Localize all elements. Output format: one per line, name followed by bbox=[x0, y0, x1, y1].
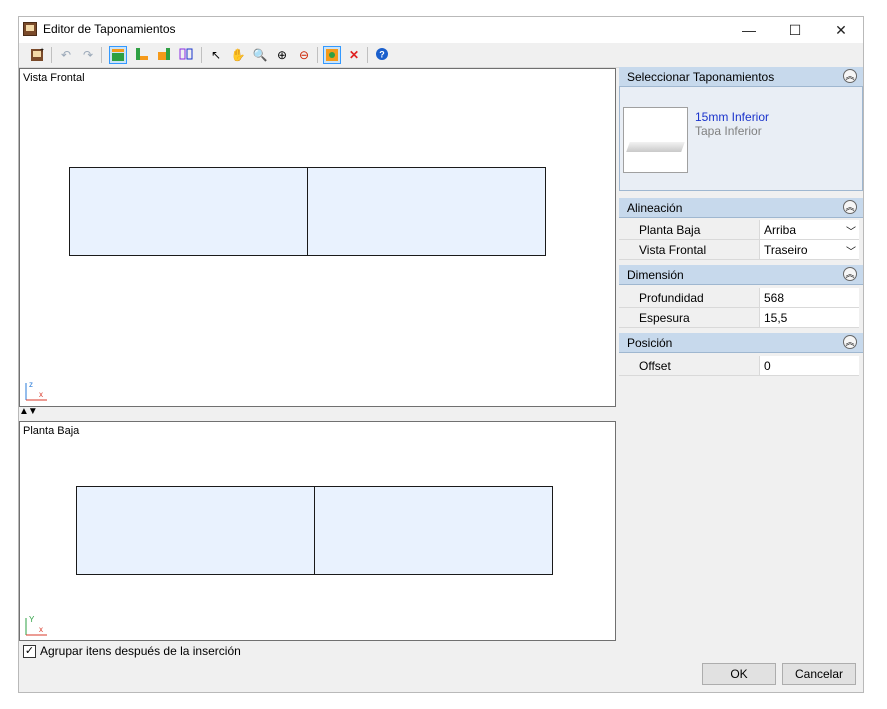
planta-baja-select[interactable]: Arriba ﹀ bbox=[759, 220, 859, 239]
align-top-icon[interactable] bbox=[109, 46, 127, 64]
alineacion-header[interactable]: Alineación ︽ bbox=[619, 198, 863, 218]
svg-text:+: + bbox=[40, 47, 44, 54]
item-name[interactable]: 15mm Inferior bbox=[695, 110, 769, 124]
select-color-icon[interactable] bbox=[323, 46, 341, 64]
item-subtitle: Tapa Inferior bbox=[695, 124, 762, 138]
editor-window: Editor de Taponamientos — ☐ ✕ + ↶ ↷ ↖ ✋ … bbox=[18, 16, 864, 693]
group-checkbox-label: Agrupar itens después de la inserción bbox=[40, 644, 241, 658]
app-icon bbox=[23, 22, 37, 36]
posicion-title: Posición bbox=[627, 336, 673, 350]
help-icon[interactable]: ? bbox=[373, 46, 391, 64]
close-button[interactable]: ✕ bbox=[818, 17, 864, 43]
profundidad-label: Profundidad bbox=[639, 291, 704, 305]
collapse-alineacion-icon[interactable]: ︽ bbox=[843, 200, 857, 214]
espesura-label: Espesura bbox=[639, 311, 690, 325]
front-axis-gizmo: z x bbox=[23, 379, 49, 403]
row-profundidad: Profundidad 568 bbox=[619, 288, 859, 308]
svg-text:?: ? bbox=[379, 50, 385, 60]
pan-icon[interactable]: ✋ bbox=[229, 46, 247, 64]
window-title: Editor de Taponamientos bbox=[43, 22, 176, 36]
front-axis-up: z bbox=[29, 380, 33, 389]
maximize-button[interactable]: ☐ bbox=[772, 17, 818, 43]
select-list: 15mm Inferior Tapa Inferior bbox=[619, 87, 863, 191]
top-view[interactable]: Planta Baja Y x bbox=[19, 421, 616, 641]
dimension-title: Dimensión bbox=[627, 268, 684, 282]
item-thumbnail[interactable] bbox=[623, 107, 688, 173]
select-section-title: Seleccionar Taponamientos bbox=[627, 70, 775, 84]
ok-button[interactable]: OK bbox=[702, 663, 776, 685]
row-planta-baja: Planta Baja Arriba ﹀ bbox=[619, 220, 859, 240]
dimension-header[interactable]: Dimensión ︽ bbox=[619, 265, 863, 285]
alineacion-title: Alineación bbox=[627, 201, 683, 215]
espesura-input[interactable]: 15,5 bbox=[759, 308, 859, 327]
toolbar: + ↶ ↷ ↖ ✋ 🔍 ⊕ ⊖ ✕ ? bbox=[19, 43, 863, 68]
vista-frontal-label: Vista Frontal bbox=[639, 243, 707, 257]
top-panel-divider bbox=[314, 487, 315, 574]
front-panel-divider bbox=[307, 168, 308, 255]
select-section-header[interactable]: Seleccionar Taponamientos ︽ bbox=[619, 67, 863, 87]
vista-frontal-select[interactable]: Traseiro ﹀ bbox=[759, 240, 859, 259]
offset-label: Offset bbox=[639, 359, 671, 373]
align-left-icon[interactable] bbox=[155, 46, 173, 64]
align-bottom-icon[interactable] bbox=[133, 46, 151, 64]
top-panel[interactable] bbox=[76, 486, 553, 575]
split-icon[interactable] bbox=[177, 46, 195, 64]
title-bar: Editor de Taponamientos — ☐ ✕ bbox=[19, 17, 863, 43]
chevron-down-icon: ﹀ bbox=[846, 227, 856, 238]
collapse-posicion-icon[interactable]: ︽ bbox=[843, 335, 857, 349]
posicion-header[interactable]: Posición ︽ bbox=[619, 333, 863, 353]
undo-icon[interactable]: ↶ bbox=[57, 46, 75, 64]
offset-input[interactable]: 0 bbox=[759, 356, 859, 375]
collapse-select-icon[interactable]: ︽ bbox=[843, 69, 857, 83]
front-axis-right: x bbox=[39, 390, 43, 399]
collapse-dimension-icon[interactable]: ︽ bbox=[843, 267, 857, 281]
zoom-window-icon[interactable]: ⊕ bbox=[273, 46, 291, 64]
top-view-label: Planta Baja bbox=[23, 425, 80, 437]
front-panel[interactable] bbox=[69, 167, 546, 256]
planta-baja-label: Planta Baja bbox=[639, 223, 701, 237]
profundidad-input[interactable]: 568 bbox=[759, 288, 859, 307]
insert-icon[interactable]: + bbox=[29, 46, 47, 64]
view-splitter[interactable]: ▲▼ bbox=[19, 407, 38, 417]
front-view-label: Vista Frontal bbox=[23, 72, 85, 84]
top-axis-gizmo: Y x bbox=[23, 614, 49, 638]
chevron-down-icon: ﹀ bbox=[846, 247, 856, 258]
zoom-out-icon[interactable]: ⊖ bbox=[295, 46, 313, 64]
delete-icon[interactable]: ✕ bbox=[345, 46, 363, 64]
minimize-button[interactable]: — bbox=[726, 17, 772, 43]
row-offset: Offset 0 bbox=[619, 356, 859, 376]
group-checkbox[interactable]: ✓ bbox=[23, 645, 36, 658]
redo-icon[interactable]: ↷ bbox=[79, 46, 97, 64]
front-view[interactable]: Vista Frontal z x bbox=[19, 68, 616, 407]
row-espesura: Espesura 15,5 bbox=[619, 308, 859, 328]
top-axis-up: Y bbox=[29, 615, 35, 624]
cancel-button[interactable]: Cancelar bbox=[782, 663, 856, 685]
row-vista-frontal: Vista Frontal Traseiro ﹀ bbox=[619, 240, 859, 260]
pointer-icon[interactable]: ↖ bbox=[207, 46, 225, 64]
zoom-in-icon[interactable]: 🔍 bbox=[251, 46, 269, 64]
top-axis-right: x bbox=[39, 625, 43, 634]
